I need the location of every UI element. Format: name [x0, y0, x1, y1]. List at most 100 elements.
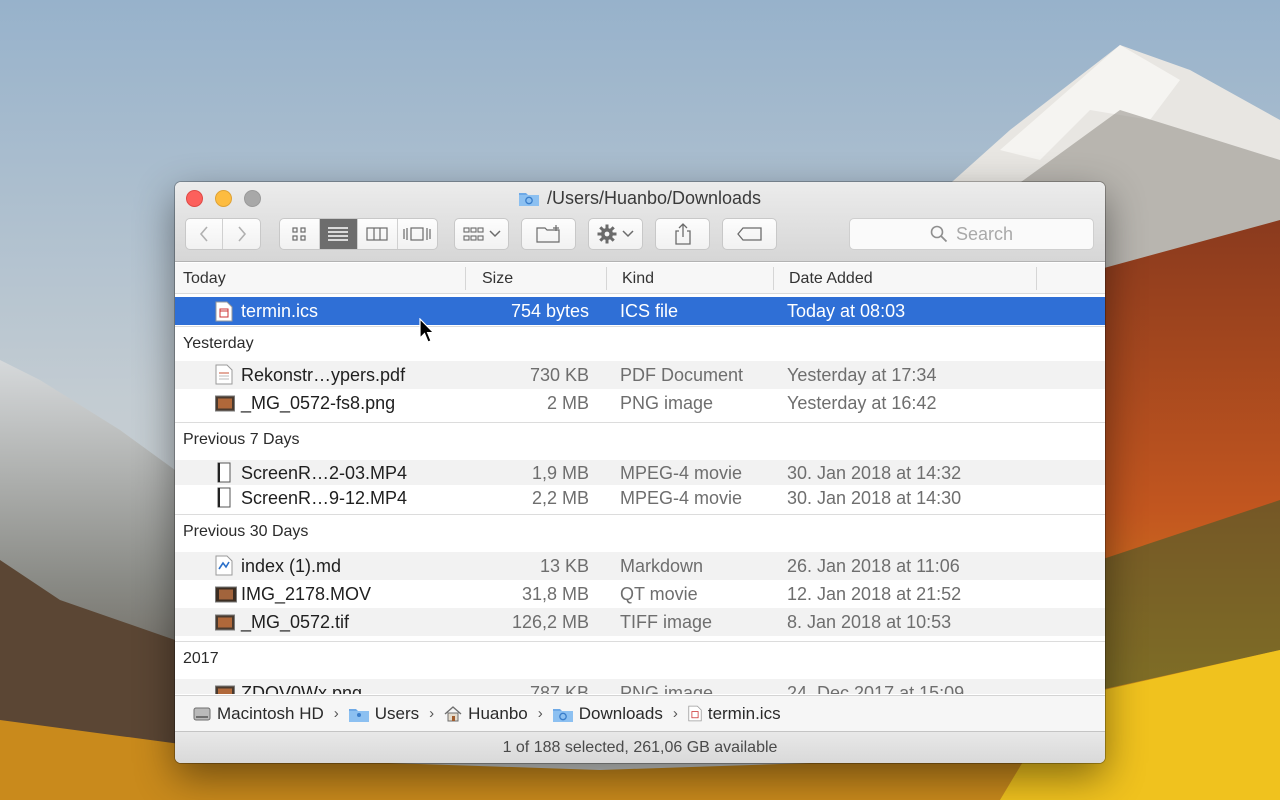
finder-window: /Users/Huanbo/Downloads Search Today Siz…	[175, 182, 1105, 763]
column-divider[interactable]	[465, 267, 466, 290]
chevron-down-icon	[622, 230, 634, 238]
file-date-added: 8. Jan 2018 at 10:53	[787, 612, 952, 632]
file-row[interactable]: Rekonstr…ypers.pdf 730 KB PDF Document Y…	[175, 361, 1105, 389]
file-row[interactable]: IMG_2178.MOV 31,8 MB QT movie 12. Jan 20…	[175, 580, 1105, 608]
file-row[interactable]: termin.ics 754 bytes ICS file Today at 0…	[175, 297, 1105, 325]
column-view-button[interactable]	[358, 219, 398, 249]
column-header-kind[interactable]: Kind	[622, 270, 654, 288]
file-name: ScreenR…2-03.MP4	[241, 463, 408, 483]
action-menu-button[interactable]	[588, 218, 643, 250]
image-file-icon	[215, 395, 235, 412]
hard-drive-icon	[193, 707, 211, 720]
path-item-label: Huanbo	[468, 703, 528, 723]
image-file-icon	[215, 685, 235, 694]
path-bar: Macintosh HD › Users › Huanbo › Download…	[175, 695, 1105, 731]
arrange-grid-icon	[462, 227, 484, 241]
file-name: ScreenR…9-12.MP4	[241, 488, 408, 508]
file-row[interactable]: index (1).md 13 KB Markdown 26. Jan 2018…	[175, 552, 1105, 580]
path-separator-icon: ›	[537, 705, 543, 722]
file-kind: MPEG-4 movie	[620, 463, 743, 483]
cover-flow-icon	[403, 227, 431, 241]
file-size: 787 KB	[529, 683, 589, 694]
file-name: termin.ics	[241, 301, 319, 321]
new-folder-button[interactable]	[521, 218, 576, 250]
column-divider[interactable]	[1036, 267, 1037, 290]
pdf-file-icon	[215, 364, 233, 385]
tags-button[interactable]	[722, 218, 777, 250]
chevron-right-icon	[237, 226, 246, 242]
view-mode-control	[279, 218, 438, 250]
file-size: 730 KB	[529, 365, 589, 385]
path-item-huanbo[interactable]: Huanbo	[444, 704, 528, 724]
icon-view-button[interactable]	[280, 219, 320, 249]
file-date-added: 26. Jan 2018 at 11:06	[787, 556, 960, 576]
file-size: 126,2 MB	[511, 612, 589, 632]
image-file-icon	[215, 614, 235, 631]
file-kind: PDF Document	[620, 365, 744, 385]
title-bar: /Users/Huanbo/Downloads Search	[175, 182, 1105, 262]
file-date-added: 30. Jan 2018 at 14:32	[787, 463, 962, 483]
file-date-added: Yesterday at 17:34	[787, 365, 937, 385]
path-item-label: Macintosh HD	[217, 703, 324, 723]
file-name: Rekonstr…ypers.pdf	[241, 365, 406, 385]
group-header-yesterday: Yesterday	[175, 327, 1105, 360]
path-item-downloads[interactable]: Downloads	[552, 704, 663, 724]
path-item-macintosh-hd[interactable]: Macintosh HD	[193, 704, 324, 724]
cover-flow-button[interactable]	[398, 219, 437, 249]
file-kind: MPEG-4 movie	[620, 488, 743, 508]
new-folder-icon	[535, 225, 560, 243]
path-item-label: termin.ics	[707, 703, 781, 723]
file-size: 31,8 MB	[521, 584, 589, 604]
back-button[interactable]	[186, 219, 223, 249]
column-divider[interactable]	[773, 267, 774, 290]
window-title-text: /Users/Huanbo/Downloads	[546, 187, 762, 208]
file-row[interactable]: _MG_0572-fs8.png 2 MB PNG image Yesterda…	[175, 389, 1105, 417]
file-date-added: Today at 08:03	[787, 301, 906, 321]
column-header-date-added[interactable]: Date Added	[789, 270, 873, 288]
path-item-label: Users	[374, 703, 420, 723]
file-size: 2,2 MB	[531, 488, 589, 508]
file-size: 754 bytes	[510, 301, 589, 321]
grid-icon	[292, 227, 306, 241]
path-separator-icon: ›	[333, 705, 339, 722]
file-row[interactable]: ScreenR…9-12.MP4 2,2 MB MPEG-4 movie 30.…	[175, 485, 1105, 510]
path-separator-icon: ›	[672, 705, 678, 722]
path-item-users[interactable]: Users	[348, 703, 420, 724]
downloads-folder-icon	[518, 190, 539, 206]
history-nav	[185, 218, 261, 250]
group-header-previous-7-days: Previous 7 Days	[175, 423, 1105, 456]
column-header-name[interactable]: Today	[183, 270, 226, 288]
file-list: termin.ics 754 bytes ICS file Today at 0…	[175, 294, 1105, 694]
status-bar: 1 of 188 selected, 261,06 GB available	[175, 731, 1105, 763]
file-row[interactable]: _MG_0572.tif 126,2 MB TIFF image 8. Jan …	[175, 608, 1105, 636]
file-kind: PNG image	[620, 683, 714, 694]
group-header-previous-30-days: Previous 30 Days	[175, 515, 1105, 548]
column-header-size[interactable]: Size	[482, 270, 513, 288]
path-separator-icon: ›	[429, 705, 435, 722]
search-field[interactable]: Search	[849, 218, 1094, 250]
markdown-file-icon	[215, 555, 233, 576]
file-kind: Markdown	[620, 556, 704, 576]
file-kind: ICS file	[620, 301, 679, 321]
forward-button[interactable]	[223, 219, 260, 249]
chevron-left-icon	[199, 226, 208, 242]
list-view-button[interactable]	[319, 219, 359, 249]
search-icon	[930, 225, 948, 243]
group-header-2017: 2017	[175, 642, 1105, 675]
file-size: 1,9 MB	[531, 463, 589, 483]
arrange-button[interactable]	[454, 218, 509, 250]
share-button[interactable]	[655, 218, 710, 250]
path-item-termin-ics[interactable]: termin.ics	[688, 704, 781, 724]
file-row[interactable]: ZDQV0Wx.png 787 KB PNG image 24. Dec 201…	[175, 679, 1105, 694]
group-label: Previous 30 Days	[183, 523, 309, 540]
column-divider[interactable]	[606, 267, 607, 290]
chevron-down-icon	[488, 230, 501, 238]
file-size: 2 MB	[546, 393, 589, 413]
file-row[interactable]: ScreenR…2-03.MP4 1,9 MB MPEG-4 movie 30.…	[175, 460, 1105, 485]
group-label: Previous 7 Days	[183, 431, 300, 448]
file-date-added: 24. Dec 2017 at 15:09	[787, 683, 965, 694]
file-name: index (1).md	[241, 556, 342, 576]
file-size: 13 KB	[539, 556, 589, 576]
file-name: _MG_0572.tif	[241, 612, 350, 632]
calendar-file-icon	[215, 301, 233, 322]
